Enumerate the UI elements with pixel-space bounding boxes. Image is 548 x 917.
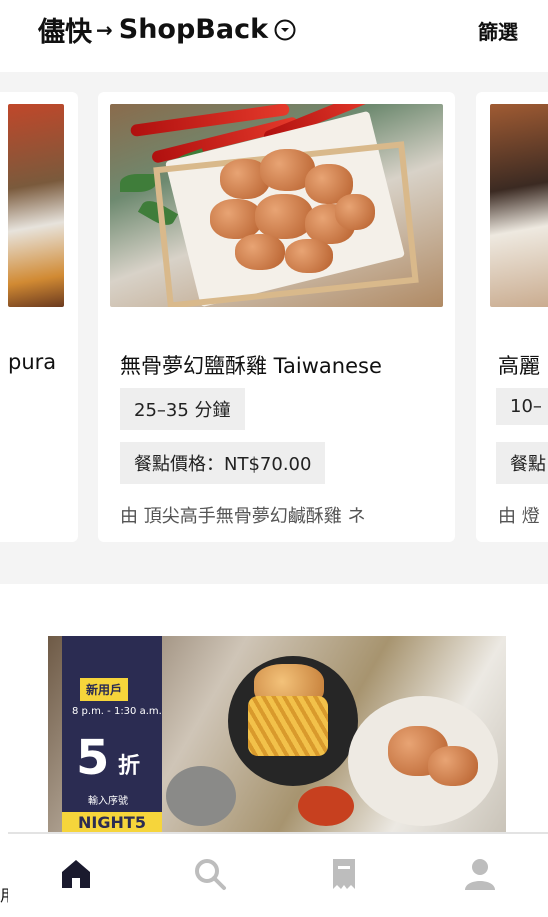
nav-home[interactable] (54, 852, 98, 896)
promo-code: NIGHT5 (62, 812, 162, 832)
chevron-down-circle-icon[interactable] (274, 19, 296, 41)
restaurant-image (490, 104, 548, 307)
nav-account[interactable] (458, 852, 502, 896)
restaurant-card-main[interactable]: 無骨夢幻鹽酥雞 Taiwanese 25–35 分鐘 餐點價格：NT$70.00… (98, 92, 455, 542)
restaurant-image (110, 104, 443, 307)
orders-icon (333, 859, 355, 889)
nav-search[interactable] (188, 852, 232, 896)
restaurant-description: 由 頂尖高手無骨夢幻鹹酥雞 ネ (120, 506, 366, 527)
delivery-mode-selector[interactable]: 儘快 → ShopBack (38, 10, 296, 49)
restaurant-card-left[interactable]: pura (0, 92, 78, 542)
restaurant-name: 無骨夢幻鹽酥雞 Taiwanese (120, 354, 382, 378)
promo-banner[interactable]: 新用戶 8 p.m. - 1:30 a.m. 5 折 輸入序號 NIGHT5 (48, 636, 506, 832)
home-icon (62, 860, 90, 888)
promo-time: 8 p.m. - 1:30 a.m. (72, 706, 162, 717)
search-icon (195, 859, 226, 890)
arrow-icon: → (96, 17, 113, 42)
discount-number: 5 (76, 730, 110, 786)
nav-orders[interactable] (322, 852, 366, 896)
brand-right: ShopBack (118, 14, 269, 45)
restaurant-description: 由 燈 (498, 506, 540, 527)
delivery-time-badge: 25–35 分鐘 (120, 388, 245, 430)
bottom-nav (8, 832, 548, 917)
brand-left: 儘快 (38, 17, 92, 48)
restaurant-carousel[interactable]: pura 無骨夢幻鹽酥雞 Taiwanese 25–35 分鐘 餐點價格：NT$… (0, 72, 548, 584)
header: 儘快 → ShopBack 篩選 (0, 0, 548, 60)
filter-button[interactable]: 篩選 (478, 16, 518, 45)
price-badge: 餐點 (496, 442, 548, 484)
promo-panel: 新用戶 8 p.m. - 1:30 a.m. 5 折 輸入序號 NIGHT5 (62, 636, 162, 832)
account-icon (465, 859, 495, 890)
restaurant-name: 高麗 (498, 354, 540, 378)
restaurant-name: pura (8, 350, 57, 374)
discount-unit: 折 (118, 754, 141, 779)
new-user-badge: 新用戶 (80, 678, 129, 701)
price-badge: 餐點價格：NT$70.00 (120, 442, 326, 484)
promo-instruction: 輸入序號 (88, 796, 128, 807)
delivery-time-badge: 10– (496, 388, 548, 425)
restaurant-card-right[interactable]: 高麗 10– 餐點 由 燈 (476, 92, 548, 542)
restaurant-image (8, 104, 64, 307)
